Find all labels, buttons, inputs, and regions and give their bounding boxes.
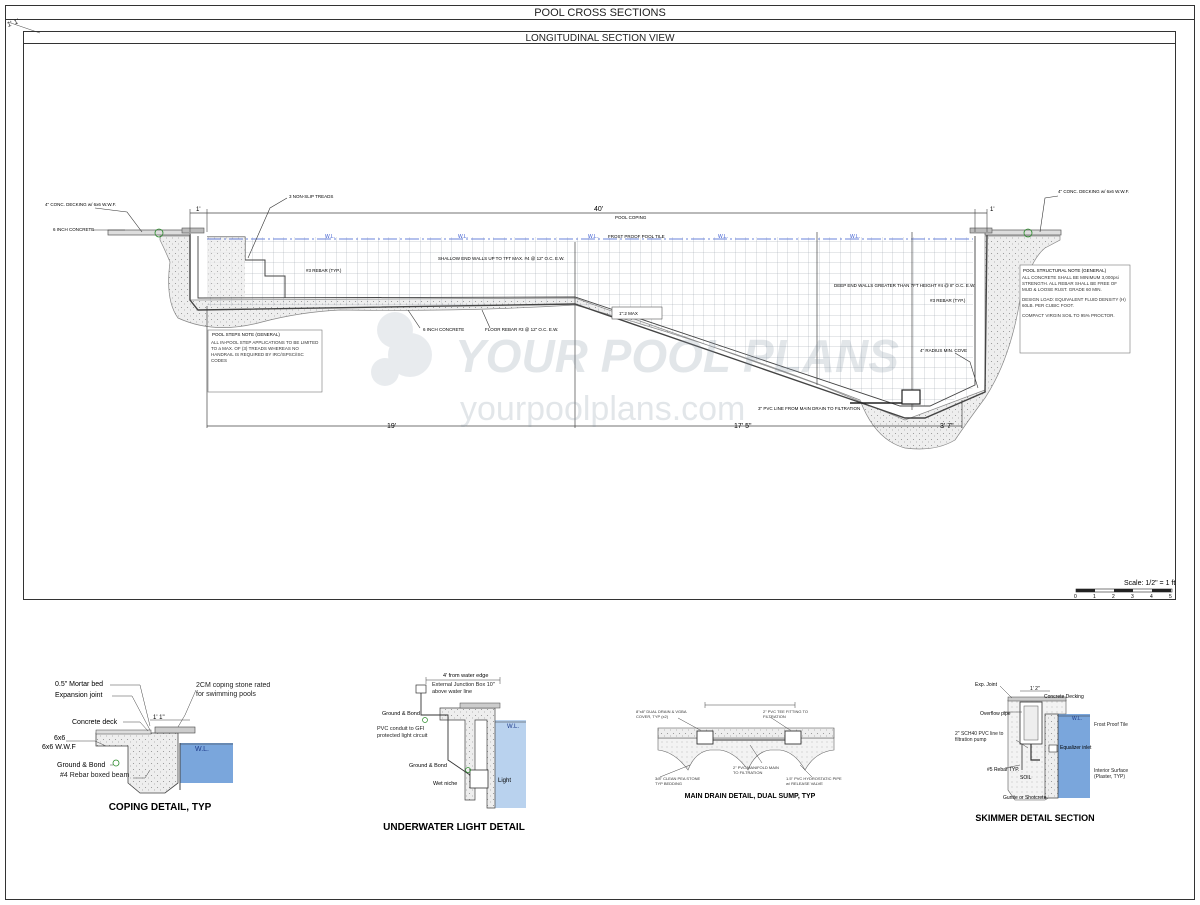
light-label-ground-bond-top: Ground & Bond	[382, 711, 420, 717]
scale-tick: 0	[1074, 594, 1077, 600]
light-label-ground-bond-low: Ground & Bond	[409, 763, 447, 769]
dim-overall: 40'	[594, 206, 603, 213]
steps-note-body: ALL IN-POOL STEP APPLICATIONS TO BE LIMI…	[211, 340, 319, 363]
label-non-slip-treads: 3 NON-SLIP TREADS	[289, 194, 333, 199]
wl-mark: W.L.	[458, 234, 468, 240]
light-label-light: Light	[498, 778, 511, 784]
skimmer-label-overflow: Overflow pipe	[980, 711, 1011, 717]
label-pool-coping: POOL COPING	[615, 215, 647, 220]
skimmer-label-rebar: #5 Rebar TYP.	[987, 767, 1019, 773]
coping-label-rebar-beam: #4 Rebar boxed beam	[60, 772, 130, 779]
dim-right-deck: 1'	[990, 207, 994, 213]
label-slope-max: 1":2 MAX	[619, 311, 638, 316]
label-rebar-right: #3 REBAR (TYP.)	[930, 298, 966, 303]
skimmer-label-wl: W.L.	[1072, 716, 1082, 722]
label-shallow-walls: SHALLOW END WALLS UP TO 7FT MAX. #4 @ 12…	[438, 256, 564, 261]
drawing-sheet: POOL CROSS SECTIONS 1' 1' LONGITUDINAL S…	[5, 5, 1195, 900]
scale-tick: 5	[1169, 594, 1172, 600]
light-label-pvc-conduit: PVC conduit to GFI protected light circu…	[377, 726, 428, 739]
skimmer-label-concrete-decking: Concrete Decking	[1044, 694, 1084, 700]
skimmer-label-equalizer: Equalizer inlet	[1060, 745, 1092, 751]
light-detail-title: UNDERWATER LIGHT DETAIL	[383, 822, 525, 833]
label-radius-cove: 4" RADIUS MIN. COVE	[920, 348, 967, 353]
wl-mark: W.L.	[588, 234, 598, 240]
coping-label-wwf-a: 6x6	[54, 735, 65, 742]
wl-mark: W.L.	[325, 234, 335, 240]
drain-label-hydrostatic: 1.5" PVC HYDROSTATIC PIPE w/ RELEASE VAL…	[786, 776, 842, 786]
light-label-from-edge: 4' from water edge	[443, 673, 488, 679]
steps-note-title: POOL STEPS NOTE (GENERAL)	[212, 332, 280, 337]
scale-tick: 2	[1112, 594, 1115, 600]
label-frost-proof-tile: FROST PROOF POOL TILE	[608, 234, 665, 239]
skimmer-label-tile: Frost Proof Tile	[1094, 722, 1128, 728]
skimmer-label-pvc-line: 2" SCH40 PVC line to filtration pump	[955, 731, 1004, 743]
label-deep-walls: DEEP END WALLS GREATER THAN 7FT HEIGHT #…	[834, 283, 975, 288]
structural-note-title: POOL STRUCTURAL NOTE (GENERAL)	[1023, 268, 1107, 273]
label-rebar-left: #3 REBAR (TYP.)	[306, 268, 342, 273]
scale-tick: 1	[1093, 594, 1096, 600]
structural-note-line2: DESIGN LOAD: EQUIVALENT FLUID DENSITY (H…	[1022, 297, 1126, 308]
scale-label: Scale: 1/2" = 1 ft	[1124, 580, 1175, 587]
coping-label-wl: W.L.	[195, 746, 209, 753]
structural-note-line3: COMPACT VIRGIN SOIL TO 95% PROCTOR.	[1022, 313, 1115, 318]
skimmer-label-dim: 1' 2"	[1030, 686, 1040, 692]
longitudinal-section: 4" CONC. DECKING w/ 6x6 W.W.F. 6 INCH CO…	[45, 189, 1175, 600]
skimmer-label-interior: Interior Surface (Plaster, TYP)	[1094, 768, 1129, 780]
drain-detail-title: MAIN DRAIN DETAIL, DUAL SUMP, TYP	[685, 793, 816, 800]
label-six-inch-concrete-left: 6 INCH CONCRETE	[53, 227, 94, 232]
light-label-wet-niche: Wet niche	[433, 781, 457, 787]
label-conc-decking-right: 4" CONC. DECKING w/ 6x6 W.W.F.	[1058, 189, 1129, 194]
coping-label-coping-stone: 2CM coping stone rated for swimming pool…	[196, 682, 271, 698]
skimmer-label-exp-joint: Exp. Joint	[975, 682, 998, 688]
skimmer-detail-title: SKIMMER DETAIL SECTION	[975, 813, 1094, 823]
coping-label-wwf: 6x6 W.W.F	[42, 744, 76, 751]
coping-detail-title: COPING DETAIL, TYP	[109, 802, 212, 813]
coping-label-mortar-bed: 0.5" Mortar bed	[55, 681, 103, 688]
dim-shallow-len: 19'	[387, 423, 396, 430]
label-pvc-main-drain: 3" PVC LINE FROM MAIN DRAIN TO FILTRATIO…	[758, 406, 860, 411]
coping-label-ground-bond: Ground & Bond	[57, 762, 105, 769]
skimmer-label-soil: SOIL	[1020, 775, 1032, 781]
drain-label-manifold: 2" PVC MANIFOLD MAIN TO FILTRATION	[733, 765, 779, 775]
coping-label-expansion-joint: Expansion joint	[55, 692, 103, 699]
dim-left-deck: 1'	[196, 207, 200, 213]
sheet-title: POOL CROSS SECTIONS	[534, 7, 666, 19]
section-title: LONGITUDINAL SECTION VIEW	[525, 33, 675, 44]
light-label-junction-box: External Junction Box 10" above water li…	[432, 682, 495, 695]
skimmer-label-gunite: Gunite or Shotcrete	[1003, 795, 1047, 801]
structural-note-line1: ALL CONCRETE SHALL BE MINIMUM 3,000psi S…	[1022, 275, 1119, 292]
scale-bar	[1075, 588, 1173, 593]
drain-label-grates: 8"x8" DUAL DRAIN & VGBA COVER, TYP (x2)	[636, 709, 687, 719]
watermark-url: yourpoolplans.com	[460, 390, 745, 428]
watermark-brand: YOUR POOL PLANS	[455, 330, 899, 382]
label-conc-decking-left: 4" CONC. DECKING w/ 6x6 W.W.F.	[45, 202, 116, 207]
coping-label-concrete-deck: Concrete deck	[72, 719, 118, 726]
wl-mark: W.L.	[850, 234, 860, 240]
drain-label-pea-stone: 3/8" CLEAN PEA STONE TYP BEDDING	[655, 776, 701, 786]
light-label-wl: W.L.	[507, 724, 519, 730]
scale-tick: 3	[1131, 594, 1134, 600]
coping-label-dim: 1' 1"	[153, 715, 165, 721]
scale-tick: 4	[1150, 594, 1153, 600]
wl-mark: W.L.	[718, 234, 728, 240]
drain-label-tee: 2" PVC TEE FITTING TO FILTRATION	[763, 709, 808, 719]
dim-deep-len: 3' 7"	[940, 423, 954, 430]
